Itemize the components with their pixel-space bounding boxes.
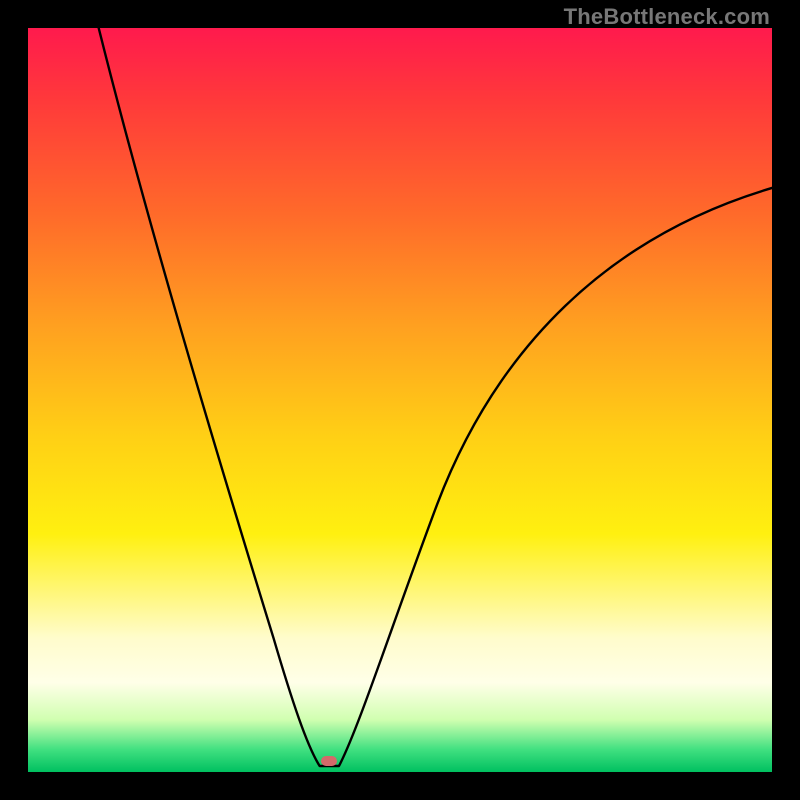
gradient-background — [28, 28, 772, 772]
watermark-text: TheBottleneck.com — [564, 4, 770, 30]
optimum-marker — [321, 756, 337, 766]
chart-frame — [28, 28, 772, 772]
